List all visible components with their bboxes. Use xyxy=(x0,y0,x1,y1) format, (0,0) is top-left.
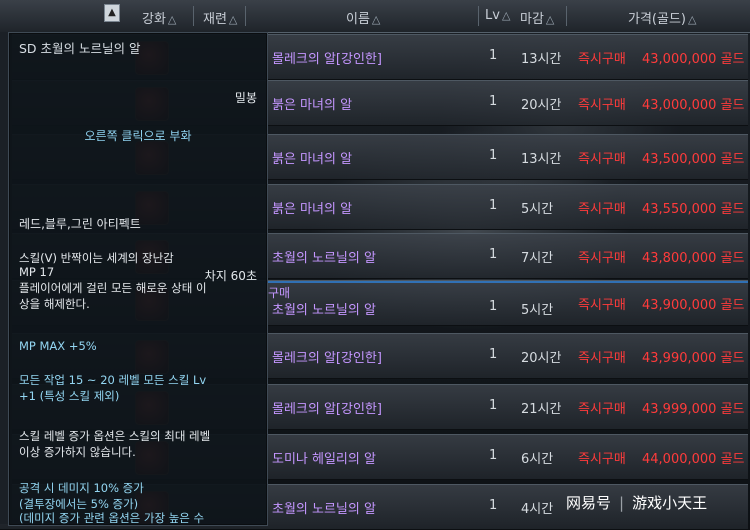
time-left: 4시간 xyxy=(521,502,554,517)
sort-enhance[interactable]: 강화 △ xyxy=(142,8,176,27)
item-name: 붉은 마녀의 알 xyxy=(272,152,353,167)
item-name: 초월의 노르닐의 알 xyxy=(272,502,376,517)
price: 43,000,000 골드 xyxy=(642,98,745,113)
item-level: 1 xyxy=(489,347,498,362)
item-level: 1 xyxy=(489,299,498,314)
tooltip-title: SD 초월의 노르닐의 알 xyxy=(19,41,141,56)
item-name: 도미나 헤일리의 알 xyxy=(272,452,376,467)
item-name: 몰레크의 알[강인한] xyxy=(272,402,382,417)
sort-triangle-icon: △ xyxy=(687,13,697,26)
item-level: 1 xyxy=(489,148,498,163)
time-left: 13시간 xyxy=(521,152,562,167)
tooltip-seal: 밀봉 xyxy=(234,91,257,105)
item-name: 붉은 마녀의 알 xyxy=(272,98,353,113)
item-level: 1 xyxy=(489,94,498,109)
time-left: 7시간 xyxy=(521,251,554,266)
divider xyxy=(193,6,194,26)
buy-now-label[interactable]: 즉시구매 xyxy=(578,48,626,67)
sort-triangle-icon: △ xyxy=(228,13,238,26)
buy-now-label[interactable]: 즉시구매 xyxy=(578,398,626,417)
item-level: 1 xyxy=(489,448,498,463)
item-name: 초월의 노르닐의 알 xyxy=(272,303,376,318)
divider xyxy=(245,6,246,26)
sort-deadline[interactable]: 마감 △ xyxy=(520,8,554,27)
tooltip-level-note2: 이상 증가하지 않습니다. xyxy=(19,445,136,459)
time-left: 5시간 xyxy=(521,202,554,217)
watermark-separator: | xyxy=(619,494,625,512)
time-left: 13시간 xyxy=(521,52,562,67)
tooltip-desc-line2: 상을 해제한다. xyxy=(19,297,90,311)
watermark-brand: 网易号 xyxy=(566,494,612,512)
scroll-up-button[interactable]: ▲ xyxy=(104,4,120,22)
time-left: 5시간 xyxy=(521,303,554,318)
tooltip-level-note1: 스킬 레벨 증가 옵션은 스킬의 최대 레벨 xyxy=(19,429,211,443)
item-level: 1 xyxy=(489,247,498,262)
buy-now-label[interactable]: 즉시구매 xyxy=(578,198,626,217)
sort-lv[interactable]: Lv △ xyxy=(485,8,510,23)
tooltip-artifact: 레드,블루,그린 아티펙트 xyxy=(19,217,141,231)
buy-now-label[interactable]: 즉시구매 xyxy=(578,148,626,167)
tooltip-mpmax: MP MAX +5% xyxy=(19,339,97,353)
item-level: 1 xyxy=(489,398,498,413)
item-tooltip: SD 초월의 노르닐의 알 밀봉 오른쪽 클릭으로 부화 레드,블루,그린 아티… xyxy=(8,32,268,526)
buy-now-label[interactable]: 즉시구매 xyxy=(578,247,626,266)
tooltip-skill-name: 스킬(V) 반짝이는 세계의 장난감 xyxy=(19,251,174,265)
watermark-author: 游戏小天王 xyxy=(632,494,708,512)
price: 43,500,000 골드 xyxy=(642,152,745,167)
item-name: 붉은 마녀의 알 xyxy=(272,202,353,217)
sort-refine[interactable]: 재련 △ xyxy=(203,8,237,27)
tooltip-hint: 오른쪽 클릭으로 부화 xyxy=(84,129,192,143)
sort-triangle-icon: △ xyxy=(167,13,177,26)
divider xyxy=(478,6,479,26)
item-name: 초월의 노르닐의 알 xyxy=(272,251,376,266)
auction-list-header: ▲ 강화 △ 재련 △ 이름 △ Lv △ 마감 △ 가격(골드) △ xyxy=(0,0,750,33)
item-level: 1 xyxy=(489,498,498,513)
sort-triangle-icon: △ xyxy=(545,13,555,26)
tooltip-damage2: (결투장에서는 5% 증가) xyxy=(19,497,139,511)
watermark: 网易号 | 游戏小天王 xyxy=(566,492,707,513)
row-highlight-line xyxy=(266,281,748,283)
item-name: 몰레크의 알[강인한] xyxy=(272,52,382,67)
sort-triangle-icon: △ xyxy=(371,13,381,26)
tooltip-job-line2: +1 (특성 스킬 제외) xyxy=(19,389,120,403)
divider xyxy=(566,6,567,26)
buy-now-label[interactable]: 즉시구매 xyxy=(578,347,626,366)
price: 43,900,000 골드 xyxy=(642,298,745,313)
tooltip-job-line1: 모든 작업 15 ~ 20 레벨 모든 스킬 Lv xyxy=(19,373,207,387)
item-level: 1 xyxy=(489,198,498,213)
time-left: 21시간 xyxy=(521,402,562,417)
item-name: 몰레크의 알[강인한] xyxy=(272,351,382,366)
tooltip-cooldown: 차지 60초 xyxy=(204,269,257,283)
tooltip-damage1: 공격 시 데미지 10% 증가 xyxy=(19,481,144,495)
tooltip-mp: MP 17 xyxy=(19,265,55,279)
time-left: 20시간 xyxy=(521,351,562,366)
price: 43,000,000 골드 xyxy=(642,52,745,67)
time-left: 6시간 xyxy=(521,452,554,467)
price: 43,999,000 골드 xyxy=(642,402,745,417)
price: 43,990,000 골드 xyxy=(642,351,745,366)
price: 43,550,000 골드 xyxy=(642,202,745,217)
buy-now-label[interactable]: 즉시구매 xyxy=(578,448,626,467)
buy-now-label[interactable]: 즉시구매 xyxy=(578,94,626,113)
tooltip-desc-line1: 플레이어에게 걸린 모든 해로운 상태 이 xyxy=(19,281,207,295)
buy-now-label[interactable]: 즉시구매 xyxy=(578,294,626,313)
price: 44,000,000 골드 xyxy=(642,452,745,467)
item-level: 1 xyxy=(489,48,498,63)
sort-price[interactable]: 가격(골드) △ xyxy=(628,8,696,27)
sort-name[interactable]: 이름 △ xyxy=(346,8,380,27)
price: 43,800,000 골드 xyxy=(642,251,745,266)
time-left: 20시간 xyxy=(521,98,562,113)
sort-triangle-icon: △ xyxy=(501,9,511,22)
